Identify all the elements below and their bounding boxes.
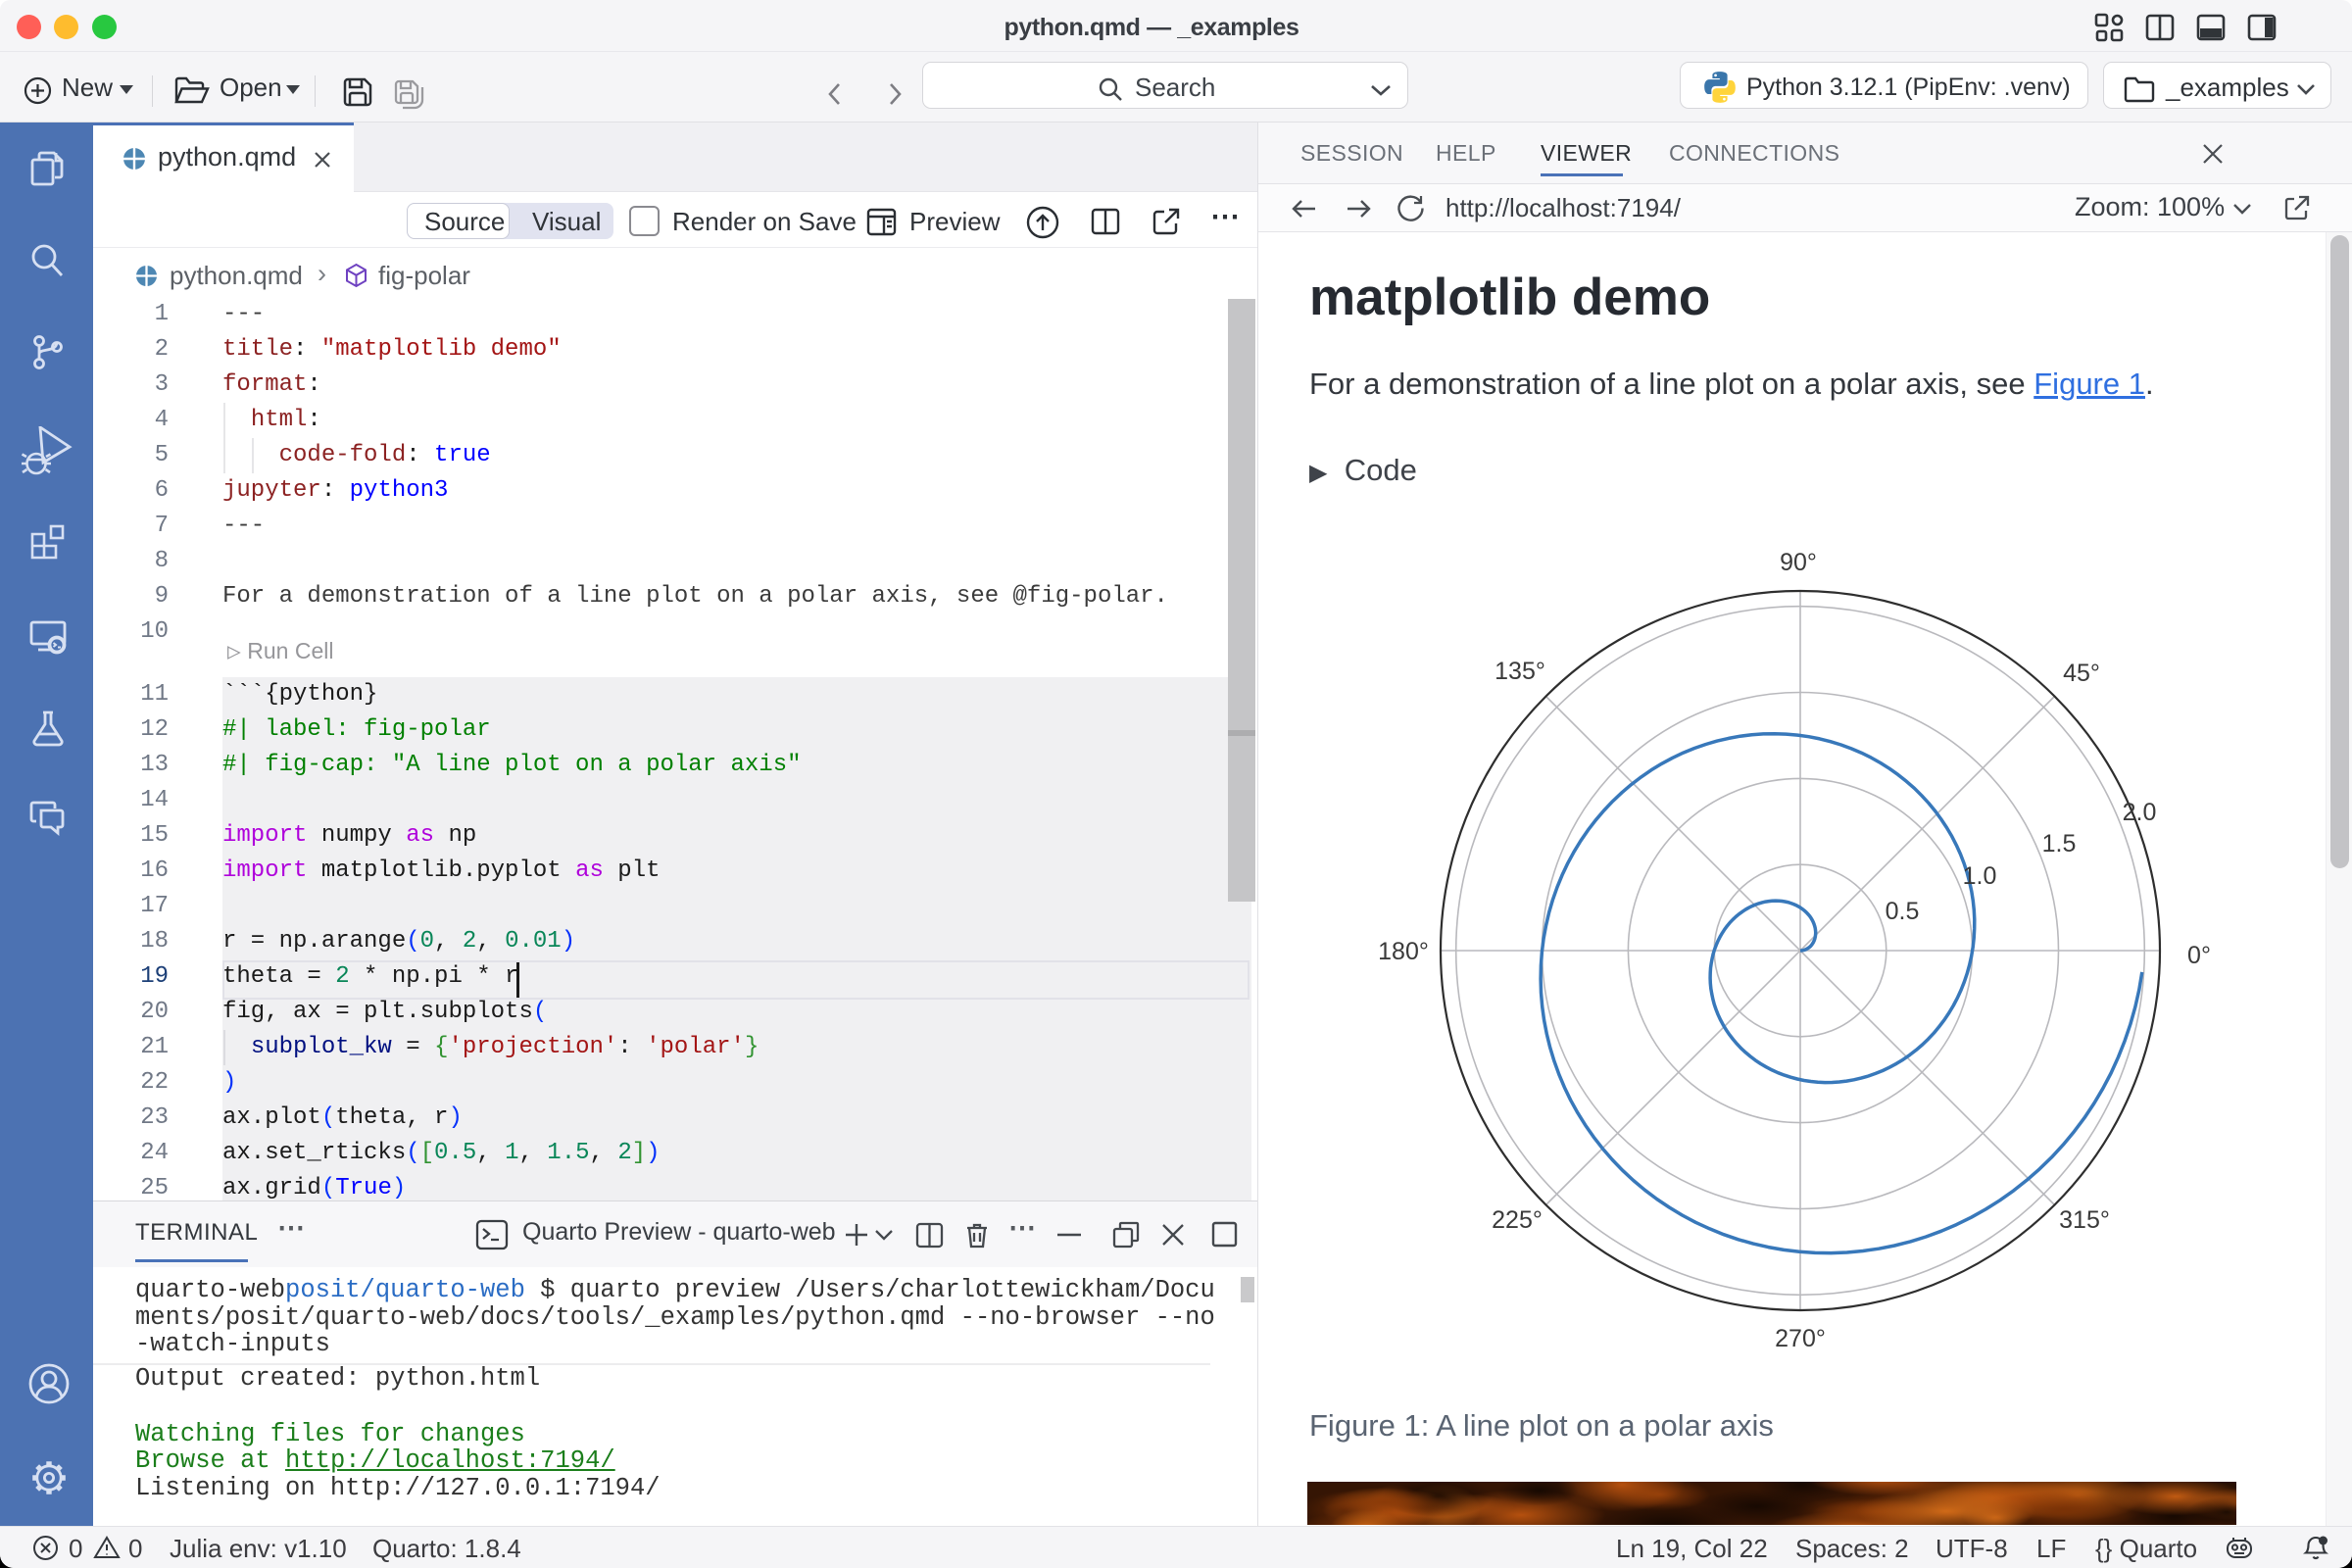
svg-text:90°: 90° <box>1780 549 1817 576</box>
svg-text:1.0: 1.0 <box>1963 862 1997 890</box>
svg-text:0°: 0° <box>2187 942 2211 969</box>
svg-text:315°: 315° <box>2059 1206 2110 1234</box>
svg-text:225°: 225° <box>1492 1206 1543 1234</box>
svg-text:0.5: 0.5 <box>1886 898 1920 925</box>
svg-text:270°: 270° <box>1775 1325 1826 1352</box>
svg-text:1.5: 1.5 <box>2042 830 2077 858</box>
svg-text:45°: 45° <box>2063 660 2100 687</box>
svg-text:180°: 180° <box>1378 938 1429 965</box>
svg-text:135°: 135° <box>1494 658 1545 685</box>
svg-text:2.0: 2.0 <box>2123 799 2157 826</box>
